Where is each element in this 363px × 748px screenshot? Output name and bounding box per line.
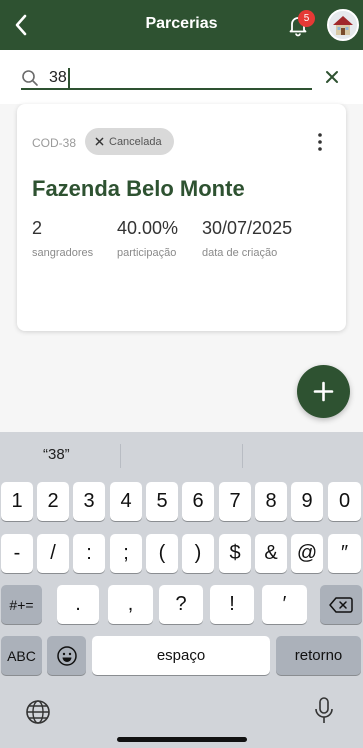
key-4[interactable]: 4 [110,482,142,521]
globe-icon[interactable] [24,698,52,731]
backspace-icon [329,596,353,613]
key-abc[interactable]: ABC [1,636,42,675]
key-open-paren[interactable]: ( [146,534,178,573]
key-7[interactable]: 7 [219,482,251,521]
space-bar[interactable]: espaço [92,636,270,675]
key-3[interactable]: 3 [73,482,105,521]
search-input-value: 38 [49,69,67,86]
stat-label: sangradores [32,247,94,259]
status-badge: Cancelada [85,128,174,155]
key-more-symbols[interactable]: #+= [1,585,42,624]
key-0[interactable]: 0 [328,482,361,521]
plus-icon [313,381,334,402]
key-apostrophe[interactable]: ′ [262,585,307,624]
stat-tappers: 2 sangradores [32,218,93,259]
stat-label: participação [117,247,177,259]
partnership-code: COD-38 [32,136,77,150]
app-header: Parcerias 5 [0,0,363,50]
key-exclamation[interactable]: ! [210,585,254,624]
key-5[interactable]: 5 [146,482,178,521]
stat-label: data de criação [202,247,278,259]
key-double-quote[interactable]: ″ [328,534,361,573]
suggestion-divider [120,444,121,468]
key-comma[interactable]: , [108,585,153,624]
key-8[interactable]: 8 [255,482,287,521]
key-period[interactable]: . [57,585,99,624]
notification-badge: 5 [298,10,315,27]
keyboard-suggestion[interactable]: “38” [43,446,70,463]
close-icon [95,137,104,146]
key-question[interactable]: ? [159,585,203,624]
key-colon[interactable]: : [73,534,105,573]
key-semicolon[interactable]: ; [110,534,142,573]
key-9[interactable]: 9 [291,482,323,521]
microphone-icon[interactable] [313,696,335,731]
search-underline [21,88,312,90]
stat-created-date: 30/07/2025 data de criação [202,218,292,259]
add-partnership-button[interactable] [297,365,350,418]
status-label: Cancelada [109,135,162,148]
key-6[interactable]: 6 [182,482,214,521]
search-icon [21,69,39,87]
more-options-icon[interactable] [315,132,325,152]
stat-value: 2 [32,218,43,238]
backspace-button[interactable] [320,585,362,624]
key-dollar[interactable]: $ [219,534,251,573]
return-key[interactable]: retorno [276,636,361,675]
home-indicator [117,737,247,742]
stat-value: 30/07/2025 [202,218,293,238]
key-dash[interactable]: - [1,534,33,573]
key-slash[interactable]: / [37,534,69,573]
partnership-card[interactable]: COD-38 Cancelada Fazenda Belo Monte 2 sa… [17,104,346,331]
text-cursor [67,68,70,88]
profile-avatar-icon[interactable] [327,9,359,41]
suggestion-divider [242,444,243,468]
key-at[interactable]: @ [291,534,323,573]
search-bar: 38 [0,50,363,104]
key-2[interactable]: 2 [37,482,69,521]
stat-value: 40.00% [117,218,179,238]
search-input[interactable]: 38 [49,67,299,89]
stat-participation: 40.00% participação [117,218,178,259]
key-1[interactable]: 1 [1,482,33,521]
key-ampersand[interactable]: & [255,534,287,573]
emoji-icon [56,645,77,666]
emoji-button[interactable] [47,636,86,675]
close-icon[interactable] [322,67,342,87]
on-screen-keyboard: “38” 1 2 3 4 5 6 7 8 9 0 - / : ; ( ) $ &… [0,432,363,748]
key-close-paren[interactable]: ) [182,534,214,573]
farm-name: Fazenda Belo Monte [32,176,245,201]
